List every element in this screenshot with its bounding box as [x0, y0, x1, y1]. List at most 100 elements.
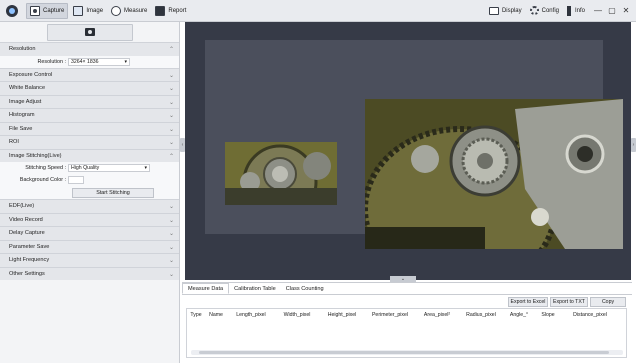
- minimize-button[interactable]: —: [592, 6, 604, 15]
- copy-button[interactable]: Copy: [590, 296, 626, 307]
- measure-tabs: Measure Data Calibration Table Class Cou…: [182, 283, 632, 295]
- stitching-speed-select[interactable]: High Quality ▾: [68, 164, 150, 172]
- scrollbar-thumb[interactable]: [199, 351, 609, 354]
- measure-table[interactable]: Type Name Length_pixel Width_pixel Heigh…: [186, 308, 627, 358]
- chevron-down-icon: ⌄: [168, 258, 174, 264]
- section-edf-live[interactable]: EDF(Live) ⌄: [0, 199, 179, 213]
- section-light-frequency[interactable]: Light Frequency ⌄: [0, 253, 179, 267]
- section-label: ROI: [9, 139, 19, 146]
- display-icon: [488, 6, 499, 15]
- column-header[interactable]: Length_pixel: [227, 312, 275, 318]
- horizontal-scrollbar[interactable]: [191, 350, 623, 355]
- section-label: Video Record: [9, 216, 43, 223]
- resolution-select[interactable]: 3264× 1836 ▾: [68, 57, 130, 66]
- section-label: White Balance: [9, 85, 46, 92]
- start-row: Start Stitching: [0, 186, 179, 199]
- section-parameter-save[interactable]: Parameter Save ⌄: [0, 239, 179, 253]
- resolution-label: Resolution :: [37, 58, 66, 65]
- column-header[interactable]: Height_pixel: [319, 312, 365, 318]
- section-resolution[interactable]: Resolution ⌃: [0, 42, 179, 56]
- section-label: Image Adjust: [9, 98, 42, 105]
- section-file-save[interactable]: File Save ⌄: [0, 121, 179, 135]
- capture-icon: [30, 5, 40, 16]
- dropdown-arrow-icon: ▾: [124, 58, 127, 65]
- top-toolbar: Capture Image Measure Report Display Con…: [0, 0, 636, 22]
- background-color-swatch[interactable]: [68, 176, 84, 184]
- tab-measure[interactable]: Measure: [108, 3, 150, 19]
- column-header[interactable]: Area_pixel²: [415, 312, 459, 318]
- section-label: File Save: [9, 125, 33, 132]
- chevron-down-icon: ⌄: [168, 126, 174, 133]
- section-label: Exposure Control: [9, 71, 53, 78]
- stitching-canvas: [205, 40, 623, 249]
- section-other-settings[interactable]: Other Settings ⌄: [0, 266, 179, 280]
- column-header[interactable]: Distance_pixel: [561, 312, 619, 318]
- tab-report[interactable]: Report: [152, 3, 189, 19]
- tab-capture[interactable]: Capture: [26, 2, 69, 19]
- section-label: Resolution: [9, 46, 36, 53]
- display-label: Display: [501, 7, 522, 14]
- section-label: Histogram: [9, 112, 35, 119]
- export-excel-button[interactable]: Export to Excel: [508, 296, 548, 307]
- chevron-down-icon: ⌄: [168, 113, 174, 119]
- live-image: [365, 99, 623, 249]
- info-button[interactable]: Info: [564, 3, 588, 19]
- section-video-record[interactable]: Video Record ⌄: [0, 212, 179, 226]
- chevron-down-icon: ⌄: [168, 204, 174, 210]
- start-stitching-button[interactable]: Start Stitching: [72, 187, 154, 198]
- section-label: EDF(Live): [9, 203, 35, 210]
- chevron-down-icon: ⌄: [168, 140, 174, 146]
- chevron-up-icon: ⌃: [168, 153, 174, 160]
- section-roi[interactable]: ROI ⌄: [0, 135, 179, 149]
- section-label: Delay Capture: [9, 230, 45, 237]
- section-label: Light Frequency: [9, 257, 50, 264]
- tab-measure-data[interactable]: Measure Data: [182, 283, 230, 294]
- stitching-speed-row: Stitching Speed : High Quality ▾: [0, 162, 179, 174]
- chevron-down-icon: ⌄: [168, 72, 174, 79]
- section-image-stitching[interactable]: Image Stitching(Live) ⌃: [0, 148, 179, 162]
- measure-panel: Measure Data Calibration Table Class Cou…: [182, 282, 632, 363]
- section-image-adjust[interactable]: Image Adjust ⌄: [0, 94, 179, 108]
- tab-report-label: Report: [168, 7, 187, 14]
- chevron-down-icon: ⌄: [168, 86, 174, 92]
- tab-capture-label: Capture: [43, 7, 65, 14]
- tab-image[interactable]: Image: [70, 3, 106, 19]
- display-button[interactable]: Display: [486, 3, 525, 19]
- section-label: Image Stitching(Live): [9, 152, 62, 159]
- right-panel-collapse-handle[interactable]: ›: [631, 138, 636, 152]
- tab-image-label: Image: [86, 7, 104, 14]
- close-button[interactable]: ✕: [620, 6, 632, 15]
- info-label: Info: [574, 7, 585, 14]
- column-header[interactable]: Width_pixel: [275, 312, 319, 318]
- column-header[interactable]: Name: [205, 312, 227, 318]
- tab-calibration-table[interactable]: Calibration Table: [229, 283, 281, 294]
- config-button[interactable]: Config: [527, 3, 562, 19]
- chevron-down-icon: ⌄: [168, 231, 174, 237]
- column-header[interactable]: Slope: [535, 312, 561, 318]
- column-header[interactable]: Perimeter_pixel: [365, 312, 415, 318]
- gear-live-image: [365, 99, 623, 249]
- section-exposure-control[interactable]: Exposure Control ⌄: [0, 67, 179, 81]
- chevron-up-icon: ⌃: [168, 47, 174, 53]
- section-delay-capture[interactable]: Delay Capture ⌄: [0, 226, 179, 240]
- chevron-down-icon: ⌄: [168, 244, 174, 251]
- dropdown-arrow-icon: ▾: [144, 165, 147, 171]
- section-histogram[interactable]: Histogram ⌄: [0, 108, 179, 122]
- tab-class-counting[interactable]: Class Counting: [281, 283, 329, 294]
- resolution-value: 3264× 1836: [71, 58, 99, 65]
- background-color-label: Background Color :: [19, 177, 66, 183]
- column-header[interactable]: Radius_pixel: [459, 312, 503, 318]
- maximize-button[interactable]: ▢: [606, 6, 618, 15]
- export-txt-button[interactable]: Export to TXT: [550, 296, 588, 307]
- right-tools: Display Config Info — ▢ ✕: [486, 0, 636, 22]
- section-label: Other Settings: [9, 270, 45, 277]
- app-logo-icon: [6, 4, 18, 17]
- image-viewer[interactable]: [185, 22, 631, 280]
- section-white-balance[interactable]: White Balance ⌄: [0, 81, 179, 95]
- column-header[interactable]: Type: [187, 312, 205, 318]
- report-icon: [155, 5, 166, 16]
- column-header[interactable]: Angle_°: [503, 312, 535, 318]
- left-panel: Resolution ⌃ Resolution : 3264× 1836 ▾ E…: [0, 22, 180, 363]
- stitching-speed-value: High Quality: [71, 165, 100, 171]
- snapshot-button[interactable]: [46, 23, 133, 41]
